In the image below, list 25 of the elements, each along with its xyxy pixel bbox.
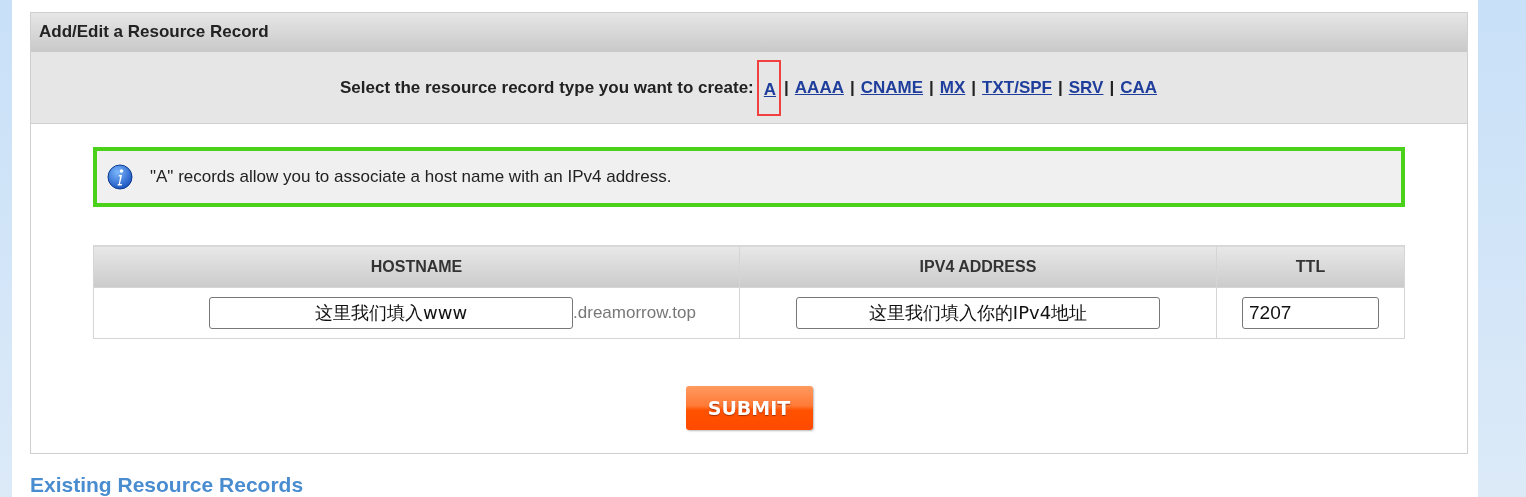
column-header: HOSTNAME: [93, 245, 740, 288]
separator: |: [929, 77, 934, 98]
ttl-field[interactable]: 7207: [1242, 297, 1379, 329]
record-type-link[interactable]: CNAME: [859, 77, 925, 98]
separator: |: [1109, 77, 1115, 98]
ipv4-field[interactable]: 这里我们填入你的IPv4地址: [796, 297, 1160, 329]
hostname-field[interactable]: 这里我们填入www: [209, 297, 574, 329]
record-type-link[interactable]: TXT/SPF: [981, 77, 1053, 98]
selector-prompt: Select the resource record type you want to create:: [339, 77, 754, 98]
separator: |: [849, 77, 855, 98]
record-type-link[interactable]: AAAA: [793, 77, 845, 98]
separator: |: [784, 77, 789, 98]
section-heading: Existing Resource Records: [30, 473, 305, 497]
domain-suffix: .dreamorrow.top: [573, 303, 696, 323]
record-type-link[interactable]: SRV: [1067, 77, 1105, 98]
record-type-link[interactable]: MX: [938, 77, 967, 98]
separator: |: [1058, 77, 1063, 98]
record-type-link[interactable]: A: [758, 61, 780, 114]
column-header: TTL: [1216, 245, 1405, 288]
separator: |: [971, 77, 977, 98]
info-message: "A" records allow you to associate a host name with an IPv4 address.: [150, 167, 672, 187]
record-type-link[interactable]: CAA: [1119, 77, 1158, 98]
panel-title: Add/Edit a Resource Record: [31, 13, 1467, 52]
info-icon: [107, 164, 133, 190]
column-header: IPV4 ADDRESS: [739, 245, 1217, 288]
